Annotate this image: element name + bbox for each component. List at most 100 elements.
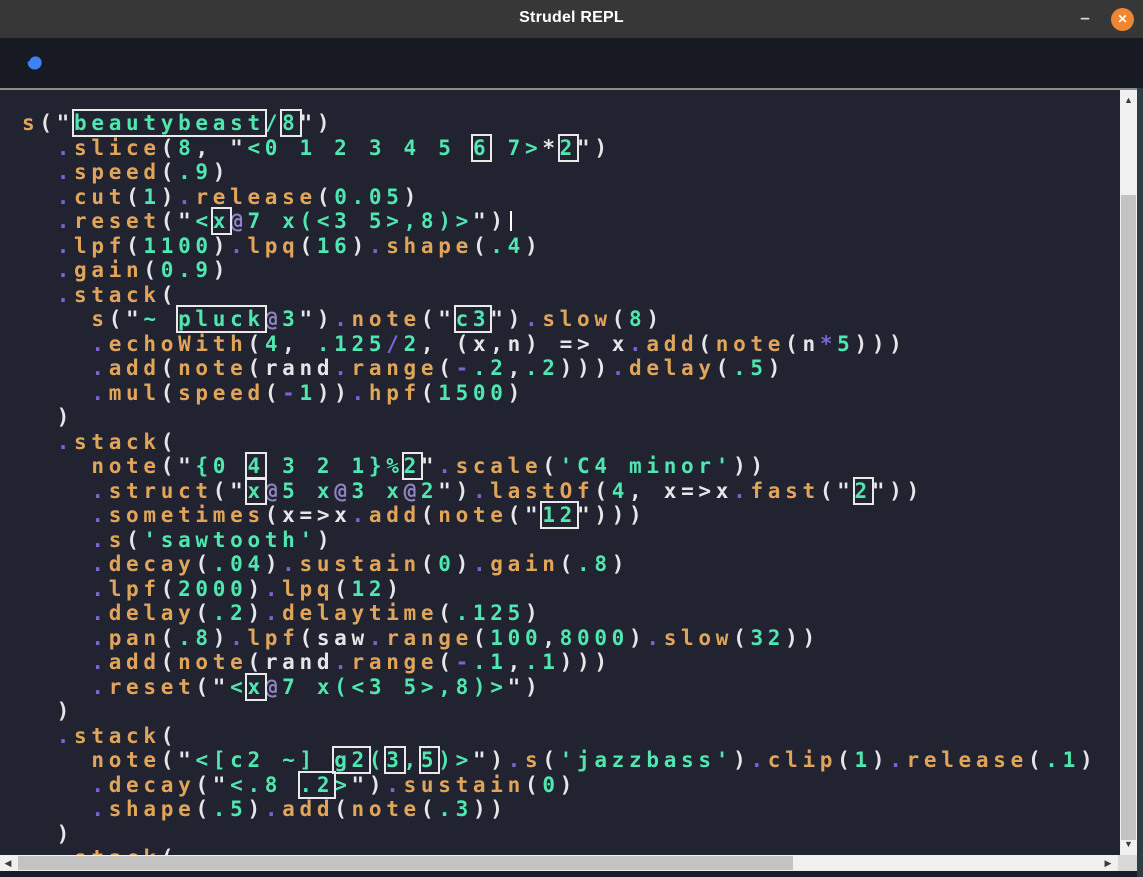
code-token-pun: ) (265, 552, 282, 576)
horizontal-scrollbar-thumb[interactable] (18, 856, 793, 870)
code-token-pun: ") (300, 307, 335, 331)
code-line[interactable]: s("beautybeast/8") (22, 111, 1097, 136)
code-token-pun: (" (39, 111, 74, 135)
code-token-dot: . (57, 185, 74, 209)
code-line[interactable]: .gain(0.9) (22, 258, 1097, 283)
code-token-dot: . (282, 552, 299, 576)
code-token-pun: ( (421, 797, 438, 821)
code-token-pun: (" (195, 675, 230, 699)
scroll-up-arrow-icon[interactable]: ▲ (1120, 96, 1137, 105)
vertical-scrollbar[interactable]: ▲ ▼ (1120, 90, 1137, 855)
titlebar[interactable]: Strudel REPL – ✕ (0, 0, 1143, 38)
code-line[interactable]: .s('sawtooth') (22, 528, 1097, 553)
code-token-fn: slow (542, 307, 611, 331)
code-token-dot: . (91, 650, 108, 674)
strudel-repl-window: Strudel REPL – ✕ s("beautybeast/8") .sli… (0, 0, 1143, 877)
code-token-str: 4 (265, 332, 282, 356)
code-line[interactable]: .reset("<x@7 x(<3 5>,8)>") (22, 209, 1097, 234)
code-token-var: n (802, 332, 819, 356)
code-token-str: <[c2 ~] (195, 748, 334, 772)
code-line[interactable]: .echoWith(4, .125/2, (x,n) => x.add(note… (22, 332, 1097, 357)
code-line[interactable]: .lpf(1100).lpq(16).shape(.4) (22, 234, 1097, 259)
code-line[interactable]: .speed(.9) (22, 160, 1097, 185)
code-token-pun: ( (560, 552, 577, 576)
code-token-dot: . (57, 430, 74, 454)
code-token-var: x (334, 503, 351, 527)
code-token-str: 1 (300, 381, 317, 405)
code-token-dot: . (91, 332, 108, 356)
code-token-dot: . (91, 626, 108, 650)
code-line[interactable]: s("~ pluck@3").note("c3").slow(8) (22, 307, 1097, 332)
vertical-scrollbar-thumb[interactable] (1121, 195, 1136, 840)
code-token-fn: decay (109, 773, 196, 797)
code-line[interactable]: .add(note(rand.range(-.1,.1))) (22, 650, 1097, 675)
code-line[interactable]: .stack( (22, 430, 1097, 455)
code-line[interactable]: .delay(.2).delaytime(.125) (22, 601, 1097, 626)
code-token-dot: . (334, 356, 351, 380)
code-token-pun: ) (525, 234, 542, 258)
code-token-str: .8 (178, 626, 213, 650)
code-line[interactable]: note("<[c2 ~] g2(3,5)>").s('jazzbass').c… (22, 748, 1097, 773)
minimize-button[interactable]: – (1071, 4, 1099, 32)
strudel-spiral-logo-icon[interactable] (21, 49, 48, 76)
code-line[interactable]: .stack( (22, 724, 1097, 749)
code-token-pun: ") (473, 748, 508, 772)
code-token-pun: ( (421, 503, 438, 527)
code-token-fn: fast (750, 479, 819, 503)
code-token-dot: . (91, 577, 108, 601)
code-token-pun: ( (438, 601, 455, 625)
code-token-fn: clip (768, 748, 837, 772)
code-token-str: .04 (213, 552, 265, 576)
code-token-pun (22, 381, 91, 405)
code-line[interactable]: ) (22, 822, 1097, 847)
code-line[interactable]: .decay("<.8 .2>").sustain(0) (22, 773, 1097, 798)
code-line[interactable]: note("{0 4 3 2 1}%2".scale('C4 minor')) (22, 454, 1097, 479)
code-line[interactable]: .stack( (22, 283, 1097, 308)
code-token-dot: . (352, 503, 369, 527)
code-token-str: 0 (542, 773, 559, 797)
code-token-var: x (473, 332, 490, 356)
code-token-pun: ( (161, 846, 178, 855)
code-token-pun: ) (352, 234, 369, 258)
code-token-dot: . (230, 626, 247, 650)
close-button[interactable]: ✕ (1111, 8, 1134, 31)
code-line[interactable]: .lpf(2000).lpq(12) (22, 577, 1097, 602)
code-token-fn: s (22, 111, 39, 135)
code-line[interactable]: .cut(1).release(0.05) (22, 185, 1097, 210)
code-line[interactable]: .decay(.04).sustain(0).gain(.8) (22, 552, 1097, 577)
code-token-str: <.8 (230, 773, 299, 797)
code-line[interactable]: .add(note(rand.range(-.2,.2))).delay(.5) (22, 356, 1097, 381)
code-token-pun: ( (247, 356, 264, 380)
code-line[interactable]: ) (22, 405, 1097, 430)
scroll-right-arrow-icon[interactable]: ▶ (1100, 859, 1116, 868)
code-token-fn: hpf (369, 381, 421, 405)
code-token-pun: ) (560, 773, 577, 797)
code-token-str: 2 (404, 332, 421, 356)
code-token-pun: "))) (577, 503, 646, 527)
code-line[interactable]: .reset("<x@7 x(<3 5>,8)>") (22, 675, 1097, 700)
code-line[interactable]: .mul(speed(-1)).hpf(1500) (22, 381, 1097, 406)
scroll-down-arrow-icon[interactable]: ▼ (1120, 840, 1137, 849)
code-line[interactable]: .shape(.5).add(note(.3)) (22, 797, 1097, 822)
code-editor[interactable]: s("beautybeast/8") .slice(8, "<0 1 2 3 4… (0, 90, 1120, 855)
scroll-left-arrow-icon[interactable]: ◀ (0, 859, 16, 868)
code-token-pun: ( (126, 185, 143, 209)
code-token-fn: range (352, 356, 439, 380)
code-token-pun: ( (161, 626, 178, 650)
code-line[interactable]: .struct("x@5 x@3 x@2").lastOf(4, x=>x.fa… (22, 479, 1097, 504)
horizontal-scrollbar[interactable]: ◀ ▶ (0, 855, 1118, 871)
code-line[interactable]: .stack( (22, 846, 1097, 855)
code-token-pun (22, 332, 91, 356)
code-line[interactable]: .pan(.8).lpf(saw.range(100,8000).slow(32… (22, 626, 1097, 651)
code-token-pun: (" (161, 454, 196, 478)
code-token-pun: ) (456, 552, 473, 576)
code-area[interactable]: s("beautybeast/8") .slice(8, "<0 1 2 3 4… (0, 90, 1097, 855)
code-line[interactable]: ) (22, 699, 1097, 724)
code-line[interactable]: .sometimes(x=>x.add(note("12"))) (22, 503, 1097, 528)
code-token-pun: ))) (560, 356, 612, 380)
code-token-dot: . (57, 160, 74, 184)
code-token-var: x (612, 332, 629, 356)
code-line[interactable]: .slice(8, "<0 1 2 3 4 5 6 7>*2") (22, 136, 1097, 161)
code-token-pun (22, 846, 57, 855)
highlighted-event-token: .2 (300, 773, 335, 797)
